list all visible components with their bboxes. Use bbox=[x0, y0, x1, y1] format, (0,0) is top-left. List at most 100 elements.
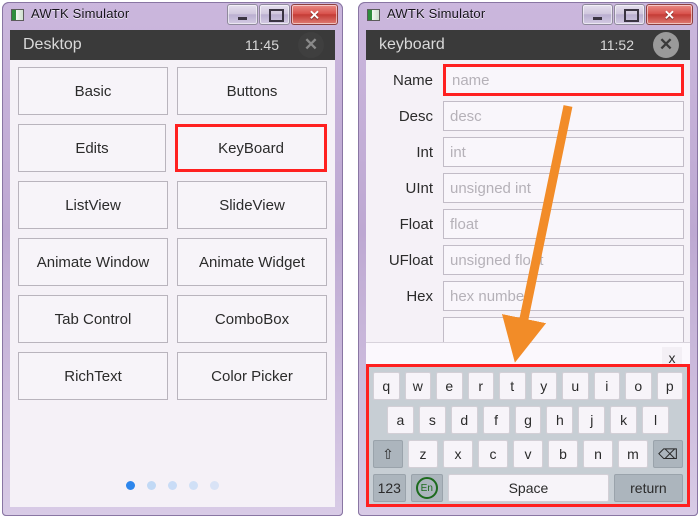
form-row-hex: Hex hex number bbox=[366, 278, 690, 314]
field-label-float: Float bbox=[399, 215, 433, 233]
key-q[interactable]: q bbox=[373, 372, 400, 400]
language-globe-icon: En bbox=[415, 477, 438, 499]
desktop-grid-row: Tab Control ComboBox bbox=[18, 295, 327, 343]
page-indicator-dots[interactable] bbox=[10, 481, 335, 490]
return-key[interactable]: return bbox=[613, 474, 683, 502]
screen-close-button[interactable]: ✕ bbox=[653, 32, 679, 58]
form-row-int: Int int bbox=[366, 134, 690, 170]
minimize-icon bbox=[593, 17, 602, 20]
field-label-ufloat: UFloat bbox=[388, 251, 433, 269]
minimize-icon bbox=[238, 17, 247, 20]
key-z[interactable]: z bbox=[408, 440, 438, 468]
desktop-grid-row: Animate Window Animate Widget bbox=[18, 238, 327, 286]
close-icon: ✕ bbox=[309, 7, 320, 22]
key-w[interactable]: w bbox=[404, 372, 431, 400]
page-dot[interactable] bbox=[189, 481, 198, 490]
keyboard-row-3: ⇧ z x c v b n m ⌫ bbox=[373, 440, 683, 468]
page-dot[interactable] bbox=[168, 481, 177, 490]
key-g[interactable]: g bbox=[514, 406, 542, 434]
left-window-controls[interactable]: ✕ bbox=[227, 4, 338, 25]
page-dot[interactable] bbox=[210, 481, 219, 490]
form-field-list: Name name Desc desc Int int UInt unsigned int Fl… bbox=[366, 62, 690, 350]
close-button[interactable]: ✕ bbox=[646, 4, 693, 25]
key-t[interactable]: t bbox=[499, 372, 526, 400]
status-clock: 11:52 bbox=[600, 37, 634, 53]
key-v[interactable]: v bbox=[513, 440, 543, 468]
key-f[interactable]: f bbox=[482, 406, 510, 434]
close-icon: ✕ bbox=[664, 7, 675, 22]
key-n[interactable]: n bbox=[583, 440, 613, 468]
page-dot[interactable] bbox=[147, 481, 156, 490]
field-input-ufloat[interactable]: unsigned float bbox=[443, 245, 684, 275]
key-o[interactable]: o bbox=[625, 372, 652, 400]
demo-button-listview[interactable]: ListView bbox=[18, 181, 168, 229]
key-h[interactable]: h bbox=[546, 406, 574, 434]
field-input-hex[interactable]: hex number bbox=[443, 281, 684, 311]
key-l[interactable]: l bbox=[642, 406, 670, 434]
key-k[interactable]: k bbox=[610, 406, 638, 434]
space-key[interactable]: Space bbox=[448, 474, 609, 502]
key-e[interactable]: e bbox=[436, 372, 463, 400]
key-s[interactable]: s bbox=[418, 406, 446, 434]
demo-button-edits[interactable]: Edits bbox=[18, 124, 166, 172]
shift-key[interactable]: ⇧ bbox=[373, 440, 403, 468]
backspace-key[interactable]: ⌫ bbox=[653, 440, 683, 468]
key-i[interactable]: i bbox=[593, 372, 620, 400]
maximize-icon bbox=[624, 9, 639, 22]
maximize-button[interactable] bbox=[259, 4, 290, 25]
demo-button-buttons[interactable]: Buttons bbox=[177, 67, 327, 115]
key-c[interactable]: c bbox=[478, 440, 508, 468]
right-window-titlebar[interactable]: AWTK Simulator ✕ bbox=[358, 2, 698, 29]
demo-button-basic[interactable]: Basic bbox=[18, 67, 168, 115]
demo-button-richtext[interactable]: RichText bbox=[18, 352, 168, 400]
field-input-uint[interactable]: unsigned int bbox=[443, 173, 684, 203]
field-input-int[interactable]: int bbox=[443, 137, 684, 167]
field-label-int: Int bbox=[416, 143, 433, 161]
keyboard-row-1: qwertyuiop bbox=[373, 372, 683, 400]
right-window-controls[interactable]: ✕ bbox=[582, 4, 693, 25]
key-x[interactable]: x bbox=[443, 440, 473, 468]
numeric-mode-key[interactable]: 123 bbox=[373, 474, 406, 502]
screen-close-button[interactable]: ✕ bbox=[298, 32, 324, 58]
key-d[interactable]: d bbox=[450, 406, 478, 434]
maximize-icon bbox=[269, 9, 284, 22]
key-b[interactable]: b bbox=[548, 440, 578, 468]
desktop-grid-row: RichText Color Picker bbox=[18, 352, 327, 400]
field-label-name: Name bbox=[392, 71, 433, 89]
key-u[interactable]: u bbox=[562, 372, 589, 400]
left-simulator-window[interactable]: AWTK Simulator ✕ Desktop 11:45 ✕ Basic Bu… bbox=[2, 2, 343, 516]
right-simulator-screen: keyboard 11:52 ✕ Name name Desc desc Int int U… bbox=[366, 30, 690, 507]
status-clock: 11:45 bbox=[245, 37, 279, 53]
right-status-bar: keyboard 11:52 ✕ bbox=[366, 30, 690, 60]
demo-button-color-picker[interactable]: Color Picker bbox=[177, 352, 327, 400]
maximize-button[interactable] bbox=[614, 4, 645, 25]
left-status-bar: Desktop 11:45 ✕ bbox=[10, 30, 335, 60]
key-j[interactable]: j bbox=[578, 406, 606, 434]
demo-button-tab-control[interactable]: Tab Control bbox=[18, 295, 168, 343]
field-input-float[interactable]: float bbox=[443, 209, 684, 239]
left-window-titlebar[interactable]: AWTK Simulator ✕ bbox=[2, 2, 343, 29]
demo-button-animate-widget[interactable]: Animate Widget bbox=[177, 238, 327, 286]
language-key[interactable]: En bbox=[410, 474, 444, 502]
minimize-button[interactable] bbox=[227, 4, 258, 25]
page-dot[interactable] bbox=[126, 481, 135, 490]
field-input-desc[interactable]: desc bbox=[443, 101, 684, 131]
key-m[interactable]: m bbox=[618, 440, 648, 468]
form-row-float: Float float bbox=[366, 206, 690, 242]
demo-button-animate-window[interactable]: Animate Window bbox=[18, 238, 168, 286]
form-row-name: Name name bbox=[366, 62, 690, 98]
demo-button-keyboard[interactable]: KeyBoard bbox=[175, 124, 327, 172]
demo-button-slideview[interactable]: SlideView bbox=[177, 181, 327, 229]
demo-button-combobox[interactable]: ComboBox bbox=[177, 295, 327, 343]
key-r[interactable]: r bbox=[467, 372, 494, 400]
keyboard-demo-form: Name name Desc desc Int int UInt unsigned int Fl… bbox=[366, 60, 690, 507]
close-button[interactable]: ✕ bbox=[291, 4, 338, 25]
field-input-name[interactable]: name bbox=[443, 64, 684, 96]
on-screen-keyboard[interactable]: qwertyuiop asdfghjkl ⇧ z x c v b n m ⌫ 123 En Spac… bbox=[366, 364, 690, 507]
form-row-uint: UInt unsigned int bbox=[366, 170, 690, 206]
key-a[interactable]: a bbox=[387, 406, 414, 434]
key-y[interactable]: y bbox=[530, 372, 557, 400]
minimize-button[interactable] bbox=[582, 4, 613, 25]
right-simulator-window[interactable]: AWTK Simulator ✕ keyboard 11:52 ✕ Name na… bbox=[358, 2, 698, 516]
key-p[interactable]: p bbox=[656, 372, 683, 400]
